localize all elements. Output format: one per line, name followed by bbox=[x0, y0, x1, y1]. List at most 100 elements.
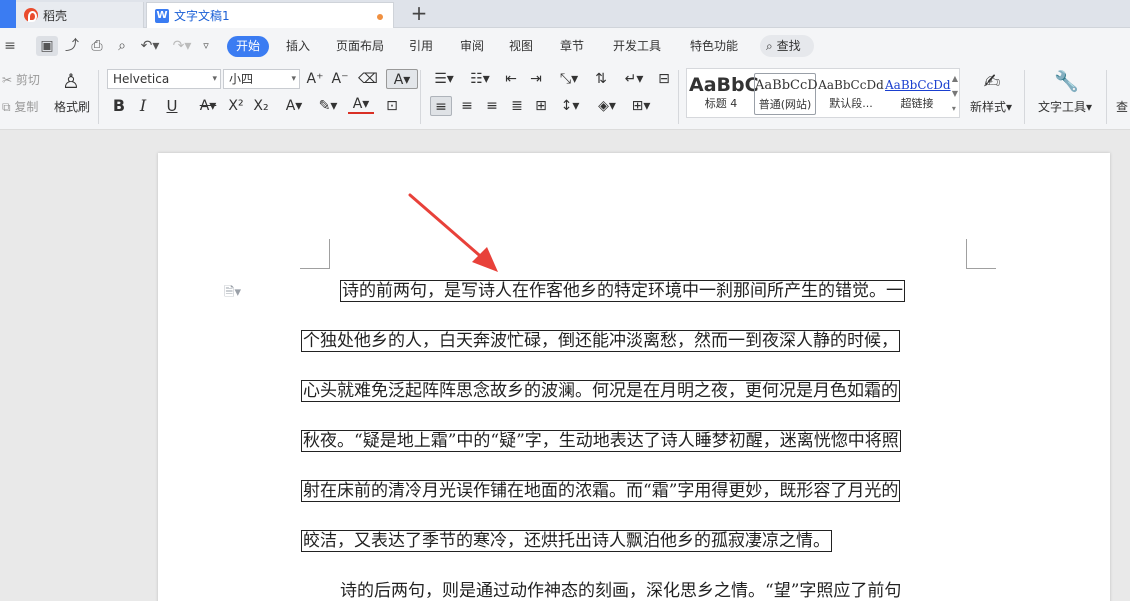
cut-label: 剪切 bbox=[16, 73, 40, 87]
menu-chapter[interactable]: 章节 bbox=[560, 37, 584, 55]
shading-icon[interactable]: ◈▾ bbox=[593, 96, 621, 116]
text-tools-button[interactable]: 文字工具▾ bbox=[1038, 98, 1092, 115]
italic-button[interactable]: I bbox=[136, 96, 150, 116]
new-style-button[interactable]: 新样式▾ bbox=[970, 98, 1012, 115]
tab-daoke-label: 稻壳 bbox=[43, 7, 67, 24]
text-line: 射在床前的清冷月光误作铺在地面的浓霜。而“霜”字用得更妙，既形容了月光的 bbox=[301, 480, 900, 502]
font-name-select[interactable]: Helvetica bbox=[107, 69, 221, 89]
copy-label: 复制 bbox=[14, 100, 38, 114]
wrench-icon[interactable]: 🔧 bbox=[1054, 68, 1078, 94]
paragraph-line[interactable]: 秋夜。“疑是地上霜”中的“疑”字，生动地表达了诗人睡梦初醒，迷离恍惚中将照 bbox=[301, 430, 901, 455]
text-line: 心头就难免泛起阵阵思念故乡的波澜。何况是在月明之夜，更何况是月色如霜的 bbox=[301, 380, 900, 402]
font-color-icon[interactable]: A▾ bbox=[348, 96, 374, 114]
line-spacing-icon[interactable]: ↕▾ bbox=[556, 96, 584, 116]
new-tab-button[interactable]: + bbox=[408, 2, 430, 26]
style-normal-web-preview: AaBbCcD bbox=[755, 74, 815, 98]
redo-icon[interactable]: ↷▾ bbox=[170, 36, 194, 56]
tab-daoke[interactable]: 稻壳 bbox=[16, 2, 144, 28]
document-area: 🗎▾ 诗的前两句，是写诗人在作客他乡的特定环境中一刹那间所产生的错觉。一 个独处… bbox=[0, 131, 1130, 601]
paragraph-line[interactable]: 心头就难免泛起阵阵思念故乡的波澜。何况是在月明之夜，更何况是月色如霜的 bbox=[301, 380, 900, 405]
style-heading4-name: 标题 4 bbox=[689, 97, 753, 111]
text-effect-icon[interactable]: A▾ bbox=[386, 69, 418, 89]
menu-insert[interactable]: 插入 bbox=[286, 37, 310, 55]
text-line: 个独处他乡的人，白天奔波忙碌，倒还能冲淡离愁，然而一到夜深人静的时候， bbox=[301, 330, 900, 352]
ribbon-divider bbox=[1024, 70, 1025, 124]
new-style-label: 新样式 bbox=[970, 100, 1006, 114]
more-tools-label[interactable]: 查 bbox=[1116, 98, 1128, 115]
menu-developer[interactable]: 开发工具 bbox=[613, 37, 661, 55]
ribbon-divider bbox=[678, 70, 679, 124]
app-menu-strip[interactable] bbox=[0, 0, 16, 28]
char-border-icon[interactable]: ⊡ bbox=[383, 96, 401, 116]
justify-icon[interactable]: ≣ bbox=[507, 96, 527, 116]
style-hyperlink-name: 超链接 bbox=[885, 97, 949, 111]
paragraph-line[interactable]: 诗的前两句，是写诗人在作客他乡的特定环境中一刹那间所产生的错觉。一 bbox=[301, 280, 905, 305]
bold-button[interactable]: B bbox=[110, 96, 128, 116]
copy-button[interactable]: ⧉ 复制 bbox=[2, 98, 38, 115]
print-preview-icon[interactable]: ⌕ bbox=[112, 36, 132, 56]
cut-button[interactable]: ✂ 剪切 bbox=[2, 71, 40, 88]
menu-references[interactable]: 引用 bbox=[409, 37, 433, 55]
margin-corner-marker bbox=[300, 239, 330, 269]
clear-format-icon[interactable]: ⌫ bbox=[358, 69, 378, 89]
strikethrough-icon[interactable]: A▾ bbox=[195, 96, 221, 116]
increase-indent-icon[interactable]: ⇥ bbox=[526, 69, 546, 89]
grow-font-icon[interactable]: A⁺ bbox=[306, 69, 324, 89]
format-painter-icon[interactable]: ♙ bbox=[60, 68, 82, 94]
menu-page-layout[interactable]: 页面布局 bbox=[336, 37, 384, 55]
paragraph-handle-icon[interactable]: 🗎▾ bbox=[224, 283, 241, 305]
copy-icon: ⧉ bbox=[2, 100, 11, 114]
underline-button[interactable]: U bbox=[158, 96, 186, 116]
style-default-para-name: 默认段... bbox=[818, 97, 884, 111]
style-default-para[interactable]: AaBbCcDd 默认段... bbox=[818, 73, 884, 115]
numbered-list-icon[interactable]: ☷▾ bbox=[466, 69, 494, 89]
ribbon-divider bbox=[420, 70, 421, 124]
style-normal-web[interactable]: AaBbCcD 普通(网站) bbox=[754, 73, 816, 115]
borders-icon[interactable]: ⊞▾ bbox=[626, 96, 656, 116]
distribute-icon[interactable]: ⊞ bbox=[531, 96, 551, 116]
style-heading4[interactable]: AaBbC 标题 4 bbox=[689, 73, 753, 115]
align-center-icon[interactable]: ≡ bbox=[457, 96, 477, 116]
hamburger-icon[interactable]: ≡ bbox=[0, 36, 20, 56]
format-painter-label[interactable]: 格式刷 bbox=[54, 98, 90, 115]
search-button[interactable]: ⌕ 查找 bbox=[760, 35, 814, 57]
customize-chevron-icon[interactable]: ▿ bbox=[198, 36, 214, 56]
styles-scroll-icon[interactable]: ▲▼▾ bbox=[952, 71, 958, 116]
style-normal-web-name: 普通(网站) bbox=[755, 98, 815, 112]
align-left-icon[interactable]: ≡ bbox=[430, 96, 452, 116]
highlight-icon[interactable]: ✎▾ bbox=[314, 96, 342, 116]
menu-review[interactable]: 审阅 bbox=[460, 37, 484, 55]
new-style-icon[interactable]: ✍ bbox=[980, 68, 1004, 94]
save-icon[interactable]: ▣ bbox=[36, 36, 58, 56]
menu-home[interactable]: 开始 bbox=[227, 36, 269, 57]
paragraph-line[interactable]: 个独处他乡的人，白天奔波忙碌，倒还能冲淡离愁，然而一到夜深人静的时候， bbox=[301, 330, 900, 355]
table-tabs-icon[interactable]: ⊟ bbox=[653, 69, 675, 89]
bullet-list-icon[interactable]: ☰▾ bbox=[430, 69, 458, 89]
export-icon[interactable]: ⤴ bbox=[62, 36, 82, 56]
print-icon[interactable]: ⎙ bbox=[87, 36, 107, 56]
paragraph-line[interactable]: 射在床前的清冷月光误作铺在地面的浓霜。而“霜”字用得更妙，既形容了月光的 bbox=[301, 480, 900, 505]
align-right-icon[interactable]: ≡ bbox=[482, 96, 502, 116]
scissors-icon: ✂ bbox=[2, 73, 12, 87]
document-page[interactable]: 🗎▾ 诗的前两句，是写诗人在作客他乡的特定环境中一刹那间所产生的错觉。一 个独处… bbox=[158, 153, 1110, 601]
font-size-select[interactable]: 小四 bbox=[223, 69, 300, 89]
search-icon: ⌕ bbox=[766, 39, 773, 53]
decrease-indent-icon[interactable]: ⇤ bbox=[501, 69, 521, 89]
show-marks-icon[interactable]: ↵▾ bbox=[620, 69, 648, 89]
chinese-layout-icon[interactable]: ⤡▾ bbox=[555, 69, 583, 89]
menu-features[interactable]: 特色功能 bbox=[690, 37, 738, 55]
paragraph-line[interactable]: 诗的后两句，则是通过动作神态的刻画，深化思乡之情。“望”字照应了前句 bbox=[301, 580, 901, 601]
paragraph-line[interactable]: 皎洁，又表达了季节的寒冷，还烘托出诗人飘泊他乡的孤寂凄凉之情。 bbox=[301, 530, 832, 555]
font-effects-icon[interactable]: A▾ bbox=[281, 96, 307, 116]
style-hyperlink[interactable]: AaBbCcDd 超链接 bbox=[885, 73, 949, 115]
ribbon-divider bbox=[1106, 70, 1107, 124]
menu-view[interactable]: 视图 bbox=[509, 37, 533, 55]
menu-bar: ≡ ▣ ⤴ ⎙ ⌕ ↶▾ ↷▾ ▿ 开始 插入 页面布局 引用 审阅 视图 章节… bbox=[0, 28, 1130, 64]
undo-icon[interactable]: ↶▾ bbox=[138, 36, 162, 56]
shrink-font-icon[interactable]: A⁻ bbox=[331, 69, 349, 89]
superscript-icon[interactable]: X² bbox=[226, 96, 246, 116]
subscript-icon[interactable]: X₂ bbox=[251, 96, 271, 116]
tab-document[interactable]: W 文字文稿1 bbox=[146, 2, 394, 28]
sort-icon[interactable]: ⇅ bbox=[591, 69, 611, 89]
style-heading4-preview: AaBbC bbox=[689, 73, 753, 97]
